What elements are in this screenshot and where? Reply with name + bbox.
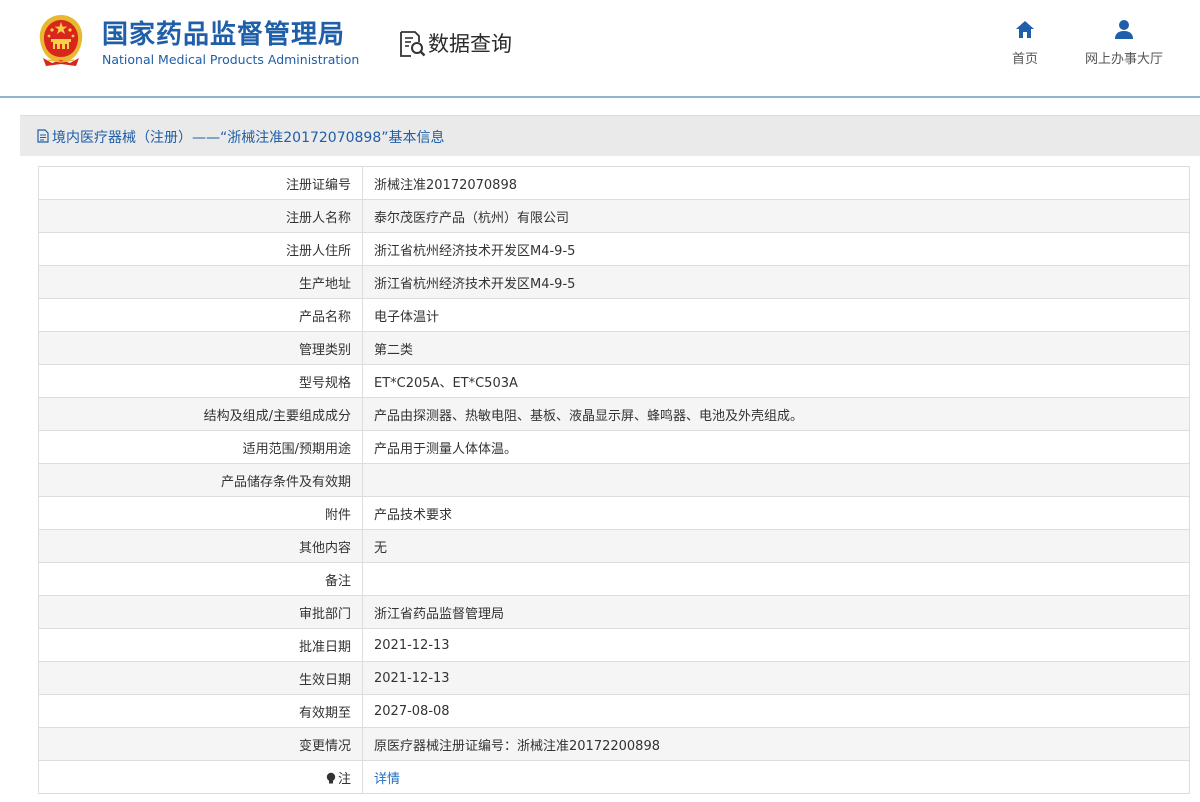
field-label: 注册证编号 [38,166,363,200]
field-value: 产品由探测器、热敏电阻、基板、液晶显示屏、蜂鸣器、电池及外壳组成。 [362,397,1190,431]
data-query-title: 数据查询 [428,32,512,56]
note-row: 注 详情 [38,760,1190,794]
info-row: 备注 [38,562,1190,596]
field-value: 产品用于测量人体体温。 [362,430,1190,464]
info-row: 注册证编号 浙械注准20172070898 [38,166,1190,200]
home-icon [1016,21,1034,38]
note-value-cell: 详情 [362,760,1190,794]
field-label: 产品名称 [38,298,363,332]
note-label-cell: 注 [38,760,363,794]
lightbulb-icon [326,772,336,783]
field-value: 浙械注准20172070898 [362,166,1190,200]
info-row: 注册人名称 泰尔茂医疗产品（杭州）有限公司 [38,199,1190,233]
field-value: 2027-08-08 [362,694,1190,728]
field-label: 型号规格 [38,364,363,398]
header-divider [0,96,1200,98]
info-row: 生产地址 浙江省杭州经济技术开发区M4-9-5 [38,265,1190,299]
panel-title: 境内医疗器械（注册）——“浙械注准20172070898”基本信息 [52,130,445,146]
info-table-body: 注册证编号 浙械注准20172070898 注册人名称 泰尔茂医疗产品（杭州）有限公司… [38,166,1190,794]
agency-title-en[interactable]: National Medical Products Administration [102,52,359,67]
note-label: 注 [337,771,351,787]
document-search-icon [400,31,426,57]
info-row: 结构及组成/主要组成成分 产品由探测器、热敏电阻、基板、液晶显示屏、蜂鸣器、电池及… [38,397,1190,431]
field-value: 泰尔茂医疗产品（杭州）有限公司 [362,199,1190,233]
agency-title-cn[interactable]: 国家药品监督管理局 [102,14,345,51]
registration-info-table: 注册证编号 浙械注准20172070898 注册人名称 泰尔茂医疗产品（杭州）有限公司… [38,166,1190,794]
document-icon [37,129,49,143]
field-label: 批准日期 [38,628,363,662]
user-icon [1115,20,1133,39]
field-value: 浙江省药品监督管理局 [362,595,1190,629]
site-header: 国家药品监督管理局 National Medical Products Admi… [0,0,1200,98]
nav-home-link[interactable]: 首页 [1004,18,1046,67]
field-label: 结构及组成/主要组成成分 [38,397,363,431]
field-label: 附件 [38,496,363,530]
field-label: 备注 [38,562,363,596]
field-value: 2021-12-13 [362,661,1190,695]
field-label: 其他内容 [38,529,363,563]
field-label: 审批部门 [38,595,363,629]
national-emblem-icon[interactable] [34,10,88,68]
info-row: 变更情况 原医疗器械注册证编号：浙械注准20172200898 [38,727,1190,761]
field-value: 第二类 [362,331,1190,365]
nav-online-hall-label: 网上办事大厅 [1084,52,1163,67]
info-row: 其他内容无 [38,529,1190,563]
field-value: 原医疗器械注册证编号：浙械注准20172200898 [362,727,1190,761]
info-row: 注册人住所 浙江省杭州经济技术开发区M4-9-5 [38,232,1190,266]
nav-online-hall-link[interactable]: 网上办事大厅 [1078,18,1170,67]
field-value [362,562,1190,596]
field-label: 管理类别 [38,331,363,365]
field-value: 产品技术要求 [362,496,1190,530]
field-value: 浙江省杭州经济技术开发区M4-9-5 [362,232,1190,266]
field-value: 无 [362,529,1190,563]
field-value: ET*C205A、ET*C503A [362,364,1190,398]
info-row: 产品名称 电子体温计 [38,298,1190,332]
field-label: 有效期至 [38,694,363,728]
field-label: 产品储存条件及有效期 [38,463,363,497]
field-label: 生效日期 [38,661,363,695]
field-value: 2021-12-13 [362,628,1190,662]
info-row: 审批部门 浙江省药品监督管理局 [38,595,1190,629]
info-row: 有效期至 2027-08-08 [38,694,1190,728]
nav-home-label: 首页 [1011,52,1038,67]
field-label: 变更情况 [38,727,363,761]
info-row: 型号规格 ET*C205A、ET*C503A [38,364,1190,398]
info-row: 批准日期 2021-12-13 [38,628,1190,662]
field-label: 注册人住所 [38,232,363,266]
field-value: 浙江省杭州经济技术开发区M4-9-5 [362,265,1190,299]
info-row: 附件 产品技术要求 [38,496,1190,530]
field-value: 电子体温计 [362,298,1190,332]
info-row: 产品储存条件及有效期 [38,463,1190,497]
panel-header: 境内医疗器械（注册）——“浙械注准20172070898”基本信息 [20,115,1200,156]
field-label: 适用范围/预期用途 [38,430,363,464]
detail-link[interactable]: 详情 [374,772,400,787]
field-label: 生产地址 [38,265,363,299]
info-row: 管理类别 第二类 [38,331,1190,365]
field-label: 注册人名称 [38,199,363,233]
info-row: 生效日期 2021-12-13 [38,661,1190,695]
field-value [362,463,1190,497]
info-row: 适用范围/预期用途 产品用于测量人体体温。 [38,430,1190,464]
